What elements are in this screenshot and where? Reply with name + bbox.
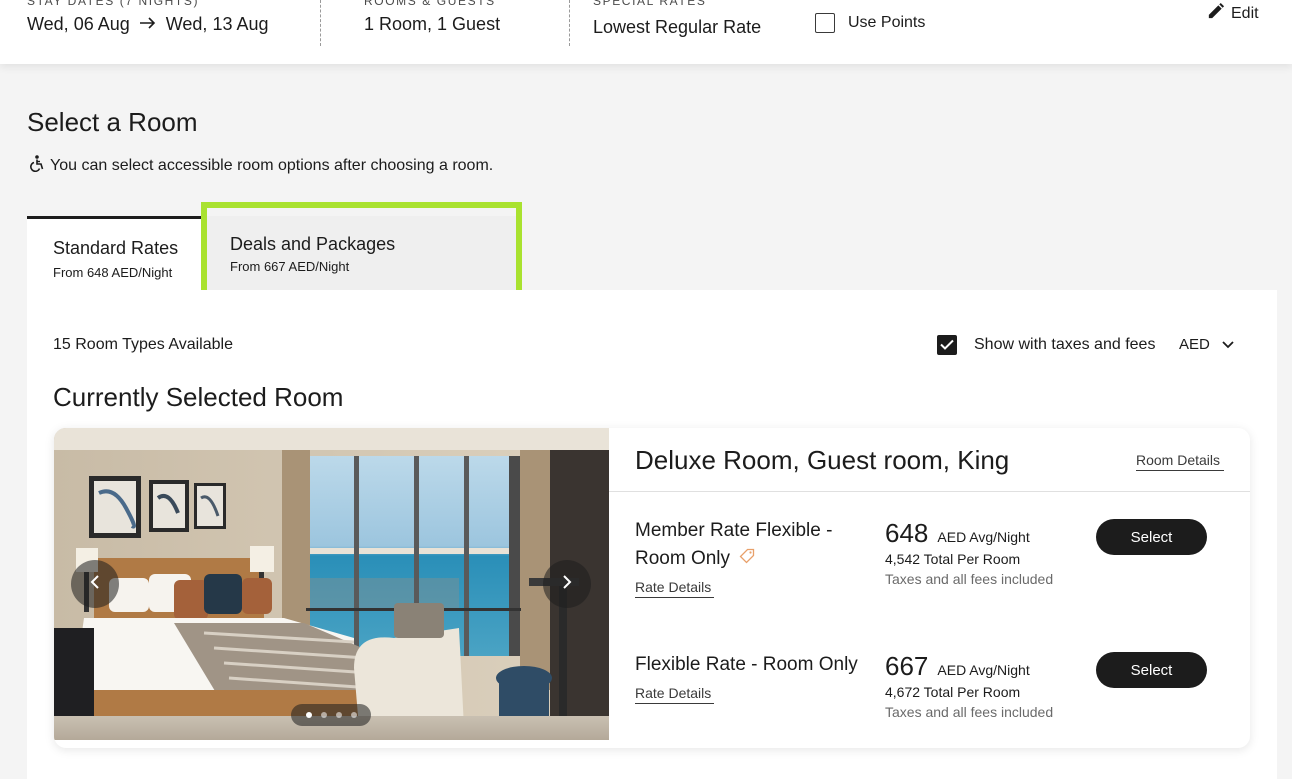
show-taxes-toggle[interactable]: Show with taxes and fees xyxy=(937,335,1155,355)
edit-search-button[interactable]: Edit xyxy=(1206,2,1259,26)
rooms-panel: 15 Room Types Available Show with taxes … xyxy=(27,290,1277,779)
tag-icon xyxy=(739,545,755,573)
divider xyxy=(569,0,570,46)
rooms-guests-value: 1 Room, 1 Guest xyxy=(364,14,501,34)
tab-title: Deals and Packages xyxy=(230,234,396,254)
divider xyxy=(320,0,321,46)
tab-subtitle: From 667 AED/Night xyxy=(230,259,350,274)
special-rates-value: Lowest Regular Rate xyxy=(593,17,762,37)
photo-dot[interactable] xyxy=(335,712,342,718)
accessible-note-text: You can select accessible room options a… xyxy=(50,157,494,174)
room-details-link[interactable]: Room Details xyxy=(1136,452,1224,471)
tab-title: Standard Rates xyxy=(53,238,179,258)
price-unit: AED Avg/Night xyxy=(937,662,1030,678)
rate-fees-note: Taxes and all fees included xyxy=(885,704,1054,720)
room-count: 15 Room Types Available xyxy=(53,336,233,353)
section-title: Currently Selected Room xyxy=(53,382,344,412)
currency-value: AED xyxy=(1179,336,1210,353)
rate-name-line2: Room Only xyxy=(635,545,832,573)
rooms-guests-field[interactable]: ROOMS & GUESTS 1 Room, 1 Guest xyxy=(364,0,554,64)
edit-label: Edit xyxy=(1231,5,1259,22)
divider xyxy=(609,491,1250,492)
rate-name: Member Rate Flexible - Room Only xyxy=(635,517,832,573)
rate-total: 4,542 Total Per Room xyxy=(885,551,1021,567)
rate-name-line2-text: Room Only xyxy=(635,548,731,570)
select-rate-button[interactable]: Select xyxy=(1096,652,1207,688)
use-points-toggle[interactable]: Use Points xyxy=(815,13,925,33)
use-points-checkbox[interactable] xyxy=(815,13,835,33)
stay-dates-value: Wed, 06 Aug Wed, 13 Aug xyxy=(27,14,269,35)
photo-dot[interactable] xyxy=(350,712,357,718)
rate-details-link[interactable]: Rate Details xyxy=(635,685,714,704)
photo-dot[interactable] xyxy=(305,712,312,718)
price-amount: 667 xyxy=(885,651,929,681)
accessible-note: You can select accessible room options a… xyxy=(29,155,493,177)
special-rates-field[interactable]: SPECIAL RATES Lowest Regular Rate xyxy=(593,0,793,64)
room-photo-illustration xyxy=(54,428,609,740)
arrow-right-icon xyxy=(139,16,156,34)
booking-summary-bar: STAY DATES (7 NIGHTS) Wed, 06 Aug Wed, 1… xyxy=(0,0,1292,64)
room-name: Deluxe Room, Guest room, King xyxy=(635,445,1010,475)
chevron-down-icon xyxy=(1222,336,1234,353)
page-title: Select a Room xyxy=(27,107,198,137)
special-rates-label: SPECIAL RATES xyxy=(593,0,707,8)
chevron-left-icon xyxy=(90,572,100,594)
photo-pagination xyxy=(291,704,371,726)
pencil-icon xyxy=(1206,2,1225,26)
photo-prev-button[interactable] xyxy=(71,560,119,608)
room-card: Deluxe Room, Guest room, King Room Detai… xyxy=(54,428,1250,748)
rooms-guests-label: ROOMS & GUESTS xyxy=(364,0,496,8)
check-icon[interactable] xyxy=(937,335,957,355)
select-rate-button[interactable]: Select xyxy=(1096,519,1207,555)
tab-standard-rates[interactable]: Standard Rates From 648 AED/Night xyxy=(27,216,201,292)
rate-price: 648 AED Avg/Night xyxy=(885,518,1030,549)
rate-fees-note: Taxes and all fees included xyxy=(885,571,1054,587)
check-in-date: Wed, 06 Aug xyxy=(27,14,130,34)
price-amount: 648 xyxy=(885,518,929,548)
rate-name-line1: Member Rate Flexible - xyxy=(635,520,833,541)
photo-dot[interactable] xyxy=(320,712,327,718)
use-points-label: Use Points xyxy=(848,14,926,31)
rate-name: Flexible Rate - Room Only xyxy=(635,654,858,675)
accessibility-icon xyxy=(29,155,44,177)
tab-deals-and-packages[interactable]: Deals and Packages From 667 AED/Night xyxy=(201,216,521,290)
rate-details-link[interactable]: Rate Details xyxy=(635,579,714,598)
price-unit: AED Avg/Night xyxy=(937,529,1030,545)
rate-price: 667 AED Avg/Night xyxy=(885,651,1030,682)
photo-next-button[interactable] xyxy=(543,560,591,608)
rate-total: 4,672 Total Per Room xyxy=(885,684,1021,700)
check-out-date: Wed, 13 Aug xyxy=(165,14,269,34)
stay-dates-label: STAY DATES (7 NIGHTS) xyxy=(27,0,200,8)
stay-dates-field[interactable]: STAY DATES (7 NIGHTS) Wed, 06 Aug Wed, 1… xyxy=(27,0,307,64)
tab-subtitle: From 648 AED/Night xyxy=(53,265,173,280)
room-photo xyxy=(54,428,609,740)
currency-select[interactable]: AED xyxy=(1179,336,1234,353)
show-taxes-label: Show with taxes and fees xyxy=(974,336,1156,353)
chevron-right-icon xyxy=(562,572,572,594)
